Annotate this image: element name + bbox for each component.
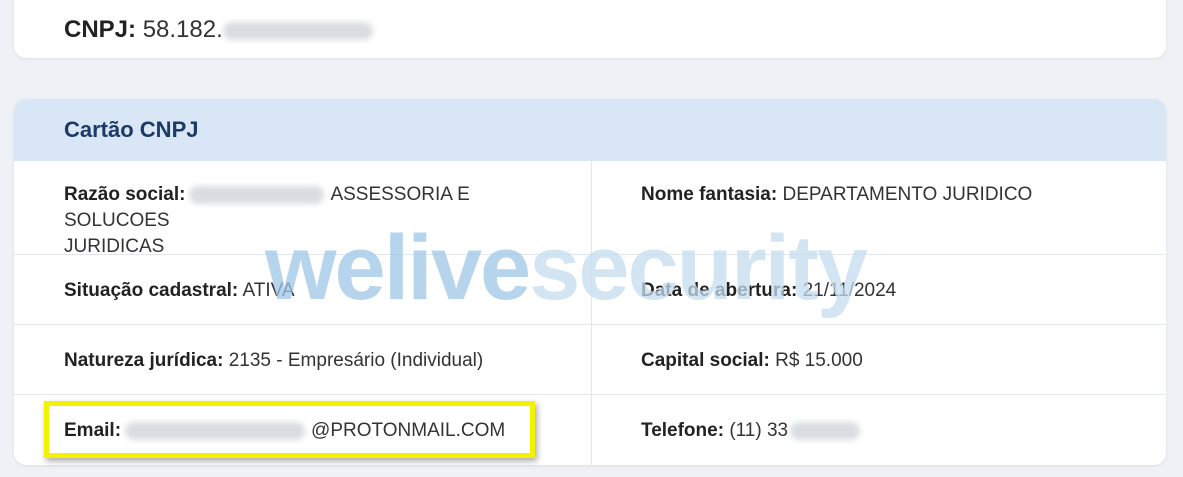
nome-fantasia-label: Nome fantasia: <box>641 184 778 205</box>
natureza-value: 2135 - Empresário (Individual) <box>228 350 484 371</box>
razao-social-value-line2: JURIDICAS <box>64 236 165 257</box>
telefone-field: Telefone: (11) 33 <box>641 418 861 444</box>
nome-fantasia-value: DEPARTAMENTO JURIDICO <box>782 184 1033 205</box>
card-title: Cartão CNPJ <box>64 117 199 142</box>
capital-value: R$ 15.000 <box>775 350 863 371</box>
razao-social-label: Razão social: <box>64 184 186 205</box>
cnpj-value: 58.182. <box>142 16 223 43</box>
redacted-cnpj <box>222 21 373 40</box>
redacted-name <box>189 185 325 204</box>
situacao-field: Situação cadastral: ATIVA <box>64 278 295 304</box>
watermark-part1: welive <box>265 217 531 319</box>
watermark-part2: security <box>529 217 868 319</box>
cnpj-line: CNPJ: 58.182. <box>64 16 373 44</box>
cnpj-summary-card: CNPJ: 58.182. <box>14 0 1166 58</box>
telefone-value: (11) 33 <box>729 420 789 441</box>
email-highlight-box <box>44 401 535 458</box>
row-divider <box>14 394 1166 395</box>
natureza-label: Natureza jurídica: <box>64 350 224 371</box>
nome-fantasia-field: Nome fantasia: DEPARTAMENTO JURIDICO <box>641 182 1032 208</box>
row-divider <box>14 324 1166 325</box>
cnpj-label: CNPJ: <box>64 16 137 43</box>
redacted-phone <box>790 421 861 440</box>
telefone-label: Telefone: <box>641 420 725 441</box>
situacao-label: Situação cadastral: <box>64 280 239 301</box>
card-header: Cartão CNPJ <box>14 99 1166 161</box>
capital-label: Capital social: <box>641 350 770 371</box>
welivesecurity-watermark: welivesecurity <box>265 216 868 321</box>
natureza-field: Natureza jurídica: 2135 - Empresário (In… <box>64 348 483 374</box>
capital-field: Capital social: R$ 15.000 <box>641 348 863 374</box>
